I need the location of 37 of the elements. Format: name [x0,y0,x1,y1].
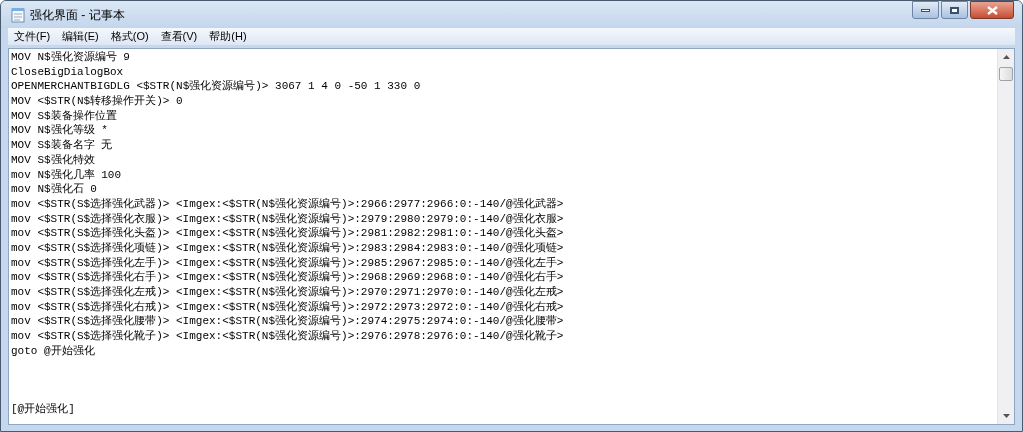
scroll-down-icon[interactable] [1002,414,1010,418]
menu-item[interactable]: 文件(F) [8,28,57,45]
text-line: mov <$STR(S$选择强化左戒)> <Imgex:<$STR(N$强化资源编号)>:2970:2971:2970:0:-140/@强化左戒> [11,285,564,300]
menu-item[interactable]: 编辑(E) [56,28,105,45]
text-line: OPENMERCHANTBIGDLG <$STR(N$强化资源编号)> 3067 1 4 0 -50 1 330 0 [11,79,421,95]
text-line: MOV N$强化资源编号 9 [11,50,130,65]
text-line: mov <$STR(S$选择强化武器)> <Imgex:<$STR(N$强化资源编号)>:2966:2977:2966:0:-140/@强化武器> [11,196,564,212]
text-line: mov <$STR(S$选择强化衣服)> <Imgex:<$STR(N$强化资源编号)>:2979:2980:2979:0:-140/@强化衣服> [11,211,564,227]
text-line: CloseBigDialogBox [11,64,124,80]
menu-item[interactable]: 帮助(H) [203,28,253,45]
notepad-icon [11,6,25,23]
text-line: mov <$STR(S$选择强化腰带)> <Imgex:<$STR(N$强化资源编号)>:2974:2975:2974:0:-140/@强化腰带> [11,314,564,330]
minimize-button[interactable] [912,1,939,19]
text-line: MOV S$强化特效 [11,152,95,168]
text-line: mov <$STR(S$选择强化项链)> <Imgex:<$STR(N$强化资源编号)>:2983:2984:2983:0:-140/@强化项链> [11,240,564,256]
close-button[interactable] [970,1,1014,19]
text-line: mov <$STR(S$选择强化右戒)> <Imgex:<$STR(N$强化资源编号)>:2972:2973:2972:0:-140/@强化右戒> [11,299,564,315]
menu-item[interactable]: 格式(O) [104,28,155,45]
text-line: mov N$强化石 0 [11,182,97,197]
scroll-thumb[interactable] [999,67,1013,81]
maximize-button[interactable] [941,1,968,19]
text-line: MOV N$强化等级 * [11,123,108,139]
text-line: MOV <$STR(N$转移操作开关)> 0 [11,94,183,109]
text-line: mov <$STR(S$选择强化右手)> <Imgex:<$STR(N$强化资源编号)>:2968:2969:2968:0:-140/@强化右手> [11,270,564,285]
close-icon [986,5,998,15]
text-line: MOV S$装备名字 无 [11,138,113,153]
text-line: mov N$强化几率 100 [11,167,121,183]
text-line: mov <$STR(S$选择强化左手)> <Imgex:<$STR(N$强化资源编号)>:2985:2967:2985:0:-140/@强化左手> [11,255,564,270]
text-line: goto @开始强化 [11,343,95,359]
vertical-scrollbar[interactable] [997,49,1014,424]
scroll-up-icon[interactable] [1002,55,1010,59]
text-line: mov <$STR(S$选择强化头盔)> <Imgex:<$STR(N$强化资源编号)>:2981:2982:2981:0:-140/@强化头盔> [11,226,564,241]
window-title: 强化界面 - 记事本 [30,6,125,24]
text-line: MOV S$装备操作位置 [11,108,117,124]
text-line: mov <$STR(S$选择强化靴子)> <Imgex:<$STR(N$强化资源编号)>:2976:2978:2976:0:-140/@强化靴子> [11,329,564,344]
text-line: [@开始强化] [11,402,75,418]
menu-item[interactable]: 查看(V) [154,28,204,45]
